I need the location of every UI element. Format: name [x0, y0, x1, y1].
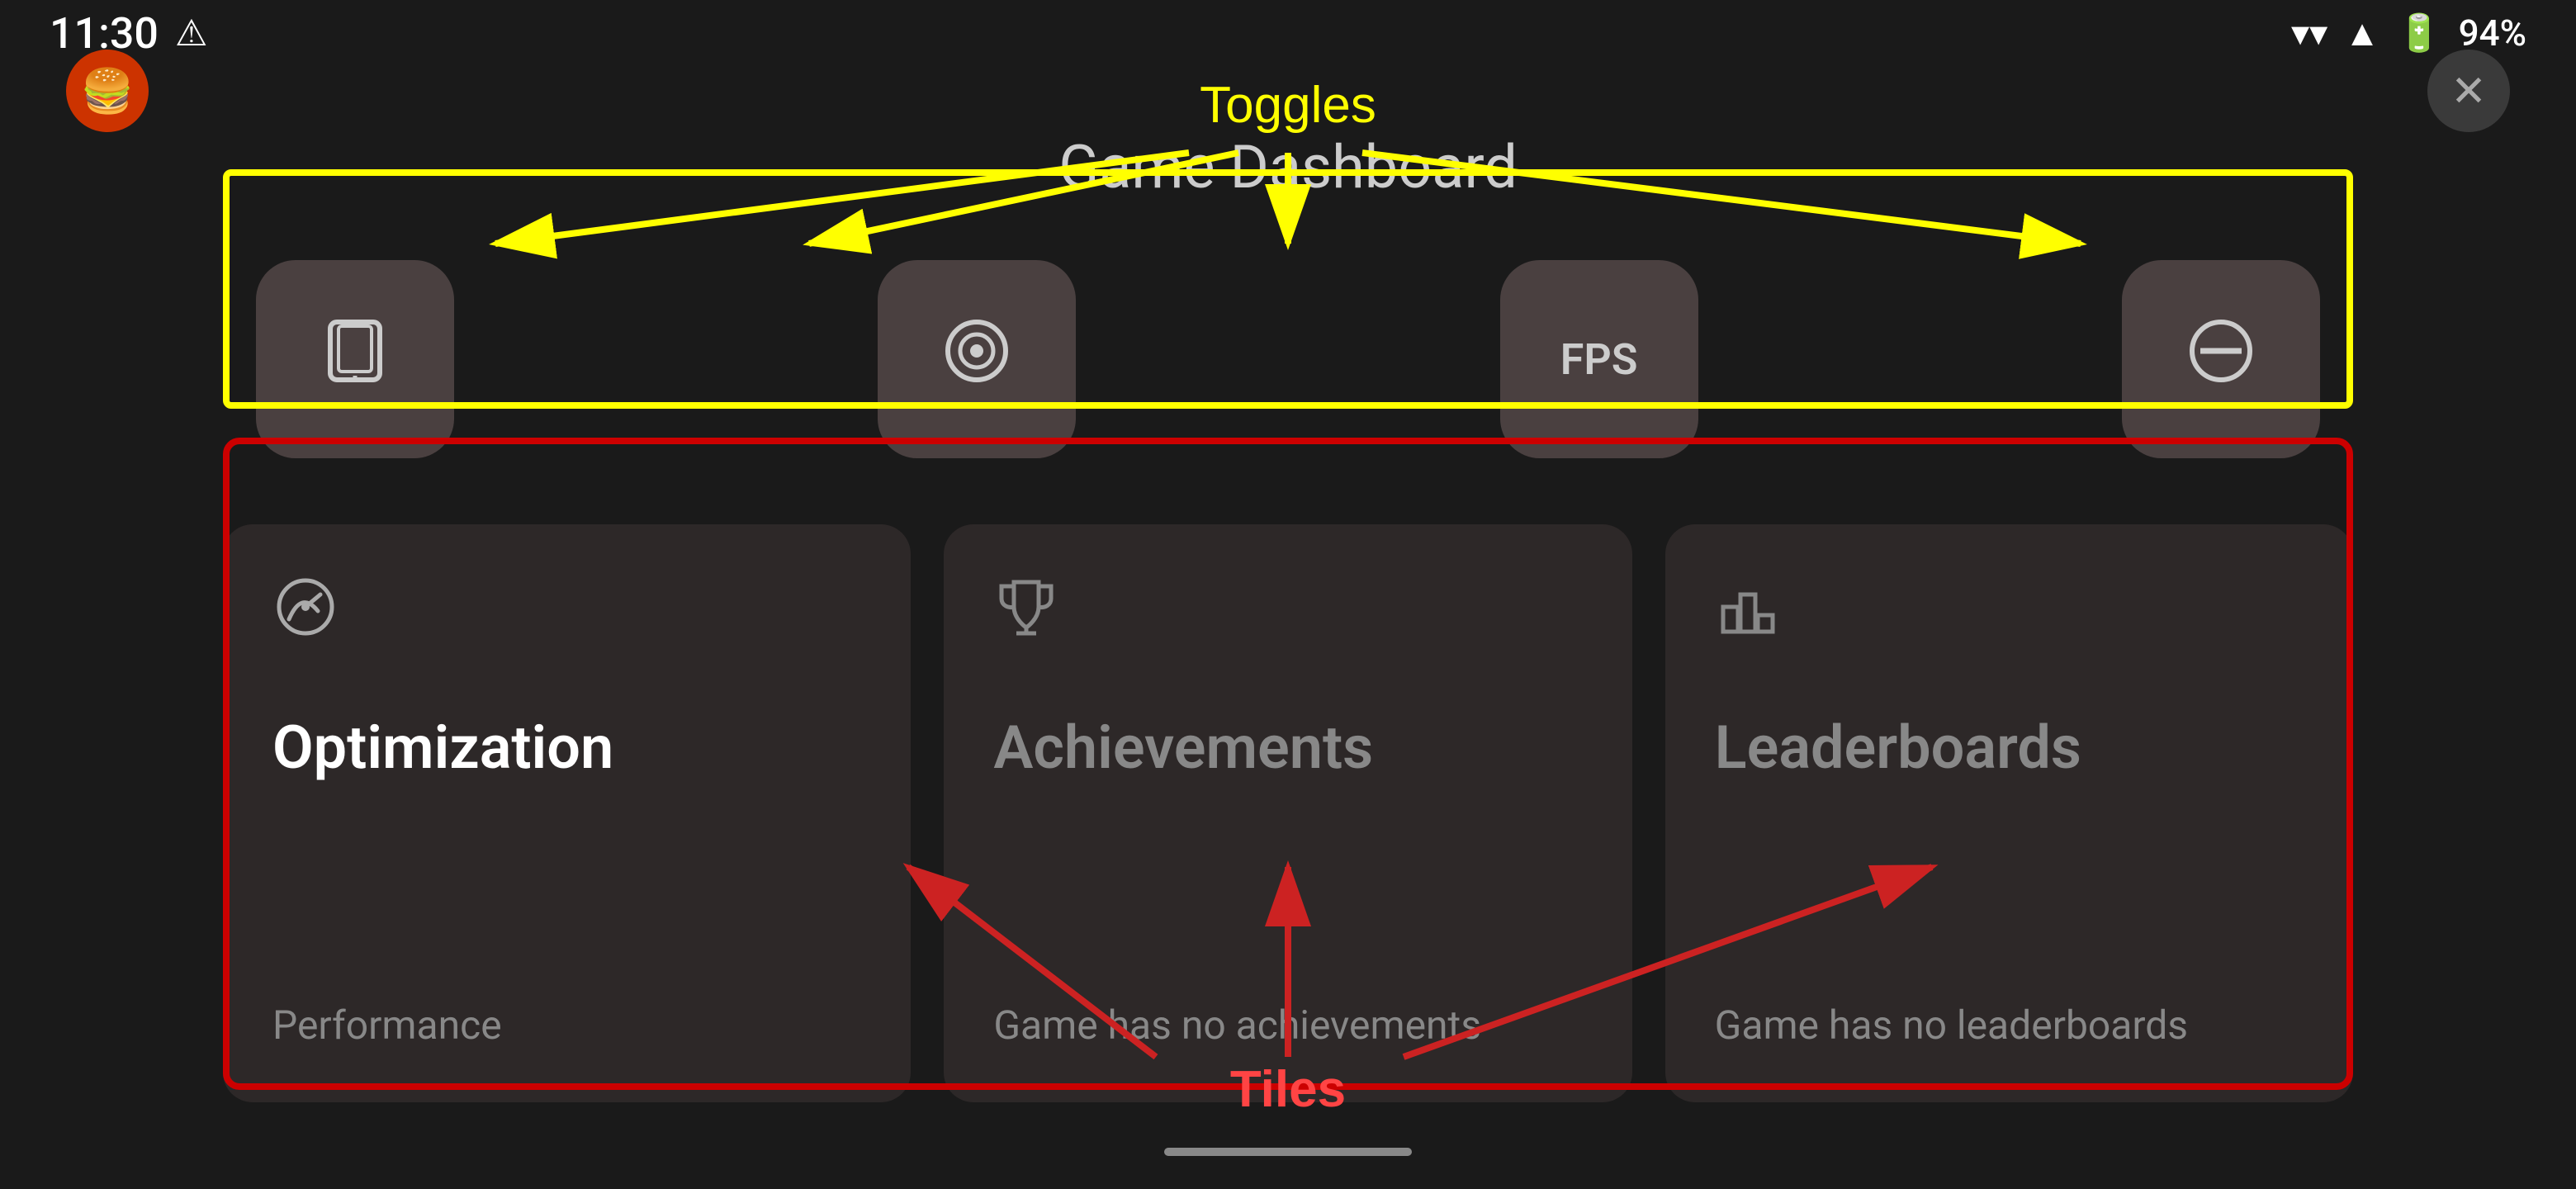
close-button[interactable]: ✕: [2427, 50, 2510, 132]
dashboard-title: Game Dashboard: [1058, 132, 1518, 202]
optimization-icon: [272, 574, 861, 655]
nav-indicator: [1164, 1148, 1412, 1156]
app-icon[interactable]: 🍔: [66, 50, 149, 132]
toggle-record[interactable]: [878, 260, 1076, 458]
optimization-subtitle: Performance: [272, 997, 861, 1053]
leaderboards-subtitle: Game has no leaderboards: [1715, 997, 2304, 1053]
warning-icon: ⚠: [175, 12, 207, 54]
tile-leaderboards[interactable]: Leaderboards Game has no leaderboards: [1665, 524, 2353, 1102]
status-left: 11:30 ⚠: [50, 8, 207, 59]
main-content: Game Dashboard FPS: [0, 0, 2576, 1189]
optimization-title: Optimization: [272, 680, 861, 816]
wifi-icon: ▾▾: [2291, 12, 2327, 54]
toggle-fps[interactable]: FPS: [1500, 260, 1698, 458]
screen-icon: [314, 310, 396, 409]
achievements-subtitle: Game has no achievements: [993, 997, 1582, 1053]
close-icon: ✕: [2451, 66, 2487, 116]
leaderboards-title: Leaderboards: [1715, 680, 2304, 816]
achievements-title: Achievements: [993, 680, 1582, 816]
battery-icon: 🔋: [2397, 12, 2442, 54]
tiles-row: Optimization Performance Achievements Ga…: [223, 524, 2353, 1102]
minus-icon: [2180, 310, 2262, 409]
status-bar: 11:30 ⚠ ▾▾ ▲ 🔋 94%: [0, 0, 2576, 66]
status-right: ▾▾ ▲ 🔋 94%: [2291, 12, 2526, 54]
toggles-row: FPS: [223, 235, 2353, 483]
fps-label: FPS: [1560, 334, 1638, 385]
battery-percent: 94%: [2459, 12, 2526, 54]
toggle-screen[interactable]: [256, 260, 454, 458]
app-emoji: 🍔: [81, 66, 135, 116]
leaderboards-icon: [1715, 574, 2304, 655]
toggle-minus[interactable]: [2122, 260, 2320, 458]
achievements-icon: [993, 574, 1582, 655]
tile-achievements[interactable]: Achievements Game has no achievements: [944, 524, 1631, 1102]
signal-icon: ▲: [2344, 12, 2380, 54]
record-icon: [935, 310, 1018, 409]
tile-optimization[interactable]: Optimization Performance: [223, 524, 911, 1102]
